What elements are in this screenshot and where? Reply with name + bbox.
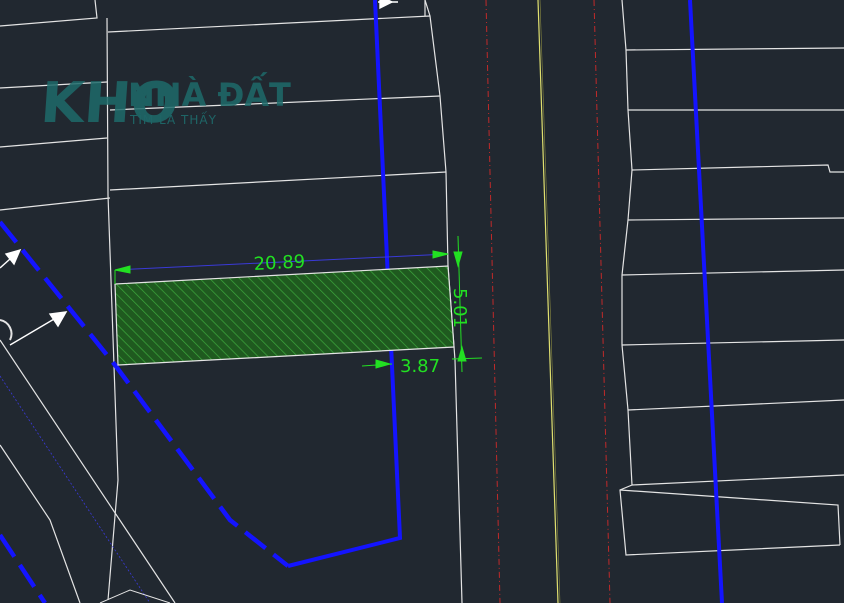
- dimension-depth-label: 5.01: [449, 288, 470, 328]
- lot-lines-right: [619, 0, 844, 556]
- watermark-brand-text: NHÀ ĐẤT: [128, 72, 291, 114]
- dimension-offset-label: 3.87: [400, 356, 440, 377]
- road-edge-line-2: [539, 0, 561, 603]
- watermark-logo: KHO NHÀ ĐẤT TÌM LÀ THẤY: [38, 71, 291, 136]
- cad-viewport[interactable]: 20.89 5.01 3.87 KHO NHÀ ĐẤT TÌM LÀ THẤY: [0, 0, 844, 603]
- cad-drawing: 20.89 5.01 3.87 KHO NHÀ ĐẤT TÌM LÀ THẤY: [0, 0, 844, 603]
- highlighted-parcel[interactable]: [114, 265, 455, 366]
- road-edge-line: [537, 0, 559, 603]
- dimension-width-label: 20.89: [253, 251, 306, 275]
- dimension-offset: [361, 359, 393, 369]
- watermark-tagline: TÌM LÀ THẤY: [129, 111, 217, 127]
